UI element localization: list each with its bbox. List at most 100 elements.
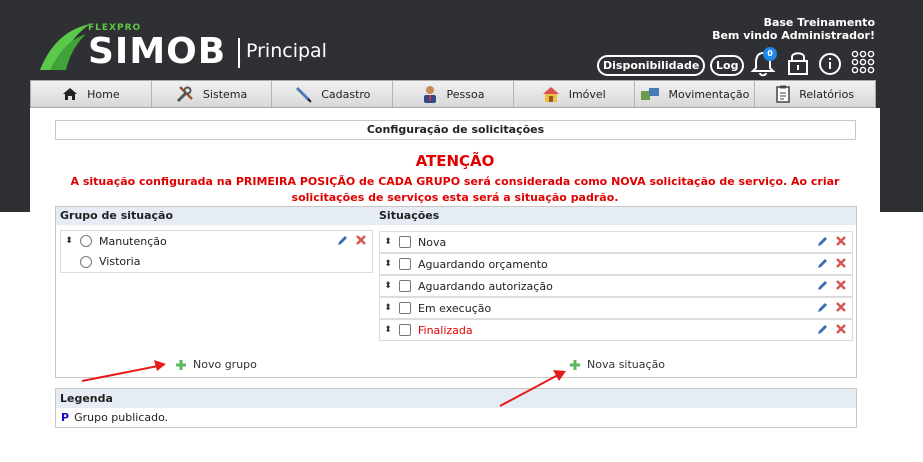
drag-handle-icon[interactable]: ⬍ [381, 237, 395, 247]
legend-title: Legenda [56, 389, 856, 408]
transfer-icon [640, 88, 659, 100]
add-situation-label: Nova situação [587, 358, 666, 371]
app-logo[interactable]: FLEXPRO SIMOB Principal [36, 20, 336, 72]
nav-item-cadastro[interactable]: Cadastro [272, 81, 394, 107]
nav-item-label: Pessoa [446, 87, 485, 101]
attention-message: A situação configurada na PRIMEIRA POSIÇ… [56, 174, 854, 206]
row-actions [817, 302, 846, 313]
nav-item-movimentacao[interactable]: Movimentação [635, 81, 756, 107]
row-actions [337, 235, 366, 246]
nav-item-label: Relatórios [799, 87, 855, 101]
module-name: Principal [246, 40, 327, 62]
edit-icon[interactable] [817, 236, 828, 247]
nav-item-label: Movimentação [668, 87, 750, 101]
situation-row[interactable]: ⬍ Nova [379, 231, 853, 253]
situation-row[interactable]: ⬍ Aguardando autorização [379, 275, 853, 297]
company-name: Base Treinamento [763, 16, 875, 29]
nav-item-pessoa[interactable]: Pessoa [393, 81, 514, 107]
situation-config-box: Grupo de situação Situações ⬍ Manutenção… [55, 206, 857, 378]
person-icon [423, 86, 436, 103]
lock-icon [788, 52, 808, 75]
edit-icon[interactable] [817, 324, 828, 335]
brand-name: SIMOB [88, 31, 227, 72]
drag-handle-icon[interactable]: ⬍ [381, 259, 395, 269]
flexpro-leaf-icon [40, 24, 90, 70]
groups-header: Grupo de situação [56, 207, 375, 225]
group-label: Vistoria [99, 255, 141, 268]
add-group-label: Novo grupo [193, 358, 257, 371]
logo-divider [238, 38, 240, 68]
drag-handle-icon[interactable]: ⬍ [381, 303, 395, 313]
situation-label: Em execução [418, 301, 492, 315]
log-button[interactable]: Log [710, 55, 745, 76]
delete-icon[interactable] [836, 258, 846, 268]
main-panel: Configuração de solicitações ATENÇÃO A s… [30, 108, 880, 462]
plus-icon [570, 359, 580, 370]
nav-item-home[interactable]: Home [31, 81, 152, 107]
situation-checkbox[interactable] [399, 324, 411, 336]
group-radio[interactable] [80, 235, 92, 247]
situation-row[interactable]: ⬍ Em execução [379, 297, 853, 319]
house-icon [542, 87, 559, 102]
notification-count-badge: 0 [763, 47, 777, 61]
nav-item-label: Home [87, 87, 120, 101]
situation-label: Aguardando orçamento [418, 257, 548, 271]
nav-item-label: Cadastro [321, 87, 371, 101]
row-actions [817, 280, 846, 291]
group-row[interactable]: Vistoria [60, 251, 373, 273]
group-label: Manutenção [99, 234, 167, 248]
attention-message-line: solicitações de serviços esta será a sit… [291, 191, 619, 204]
situation-row[interactable]: ⬍ Aguardando orçamento [379, 253, 853, 275]
situation-checkbox[interactable] [399, 302, 411, 314]
group-row[interactable]: ⬍ Manutenção [60, 230, 373, 252]
situation-checkbox[interactable] [399, 258, 411, 270]
row-actions [817, 324, 846, 335]
situation-label: Nova [418, 235, 447, 249]
lock-button[interactable] [786, 49, 812, 77]
nav-item-relatorios[interactable]: Relatórios [755, 81, 875, 107]
notification-bell-button[interactable]: 0 [750, 47, 777, 77]
user-info: Base Treinamento Bem vindo Administrador… [712, 16, 875, 42]
delete-icon[interactable] [356, 235, 366, 245]
tools-icon [176, 86, 193, 103]
page-title: Configuração de solicitações [55, 120, 856, 140]
edit-icon[interactable] [337, 235, 348, 246]
delete-icon[interactable] [836, 280, 846, 290]
legend-box: Legenda P Grupo publicado. [55, 388, 857, 428]
attention-message-line: A situação configurada na PRIMEIRA POSIÇ… [70, 175, 840, 188]
drag-handle-icon[interactable]: ⬍ [62, 236, 76, 246]
add-group-button[interactable]: Novo grupo [175, 358, 257, 371]
home-icon [63, 88, 78, 100]
apps-menu-button[interactable] [850, 49, 876, 77]
legend-description: Grupo publicado. [74, 411, 169, 424]
edit-icon[interactable] [817, 280, 828, 291]
delete-icon[interactable] [836, 324, 846, 334]
drag-handle-icon[interactable]: ⬍ [381, 281, 395, 291]
row-actions [817, 236, 846, 247]
situations-header: Situações [375, 207, 856, 225]
info-button[interactable] [817, 49, 843, 77]
info-icon [819, 53, 841, 75]
legend-row: P Grupo publicado. [56, 408, 856, 427]
situation-checkbox[interactable] [399, 236, 411, 248]
row-actions [817, 258, 846, 269]
welcome-text: Bem vindo Administrador! [712, 29, 875, 42]
drag-handle-icon[interactable]: ⬍ [381, 325, 395, 335]
nav-item-imovel[interactable]: Imóvel [514, 81, 635, 107]
delete-icon[interactable] [836, 236, 846, 246]
legend-key: P [61, 411, 70, 424]
edit-icon[interactable] [817, 302, 828, 313]
situation-label: Finalizada [418, 323, 473, 337]
edit-icon[interactable] [817, 258, 828, 269]
group-radio[interactable] [80, 255, 92, 268]
situation-row[interactable]: ⬍ Finalizada [379, 319, 853, 341]
situation-checkbox[interactable] [399, 280, 411, 292]
add-situation-button[interactable]: Nova situação [569, 358, 665, 371]
nav-item-label: Sistema [202, 87, 248, 101]
delete-icon[interactable] [836, 302, 846, 312]
nav-item-sistema[interactable]: Sistema [152, 81, 273, 107]
nav-item-label: Imóvel [568, 87, 606, 101]
clipboard-icon [776, 85, 791, 103]
attention-heading: ATENÇÃO [415, 152, 495, 170]
availability-button[interactable]: Disponibilidade [597, 55, 706, 76]
